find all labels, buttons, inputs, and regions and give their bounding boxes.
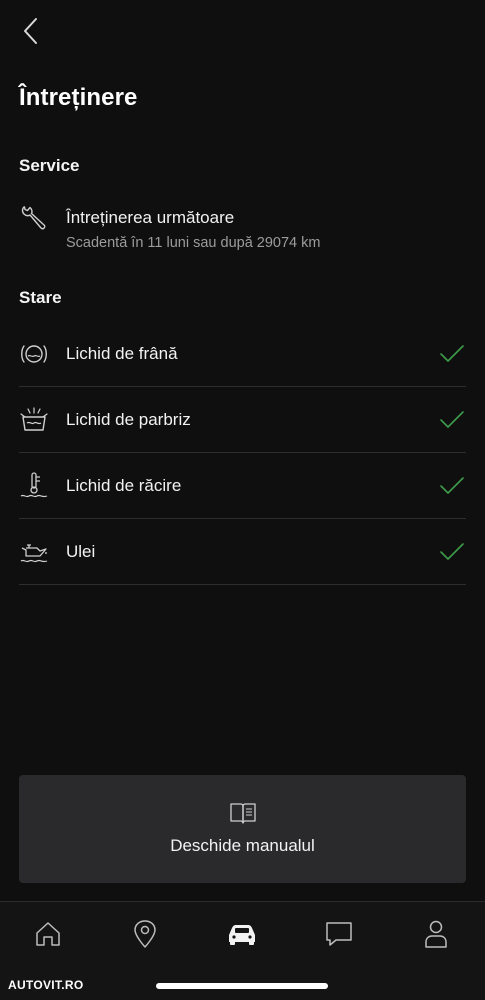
tab-car[interactable] — [212, 916, 272, 952]
status-label: Lichid de frână — [66, 343, 178, 363]
brake-fluid-icon — [21, 344, 47, 363]
book-icon — [229, 803, 256, 824]
status-label: Ulei — [66, 541, 96, 561]
status-label: Lichid de parbriz — [66, 409, 191, 429]
tab-home[interactable] — [18, 916, 78, 952]
check-icon — [438, 406, 466, 434]
service-section-title: Service — [19, 156, 80, 175]
back-button[interactable] — [14, 14, 48, 48]
profile-icon — [425, 920, 447, 948]
open-manual-button[interactable]: Deschide manualul — [19, 775, 466, 883]
status-label: Lichid de răcire — [66, 475, 182, 495]
coolant-icon — [20, 471, 48, 497]
status-item-oil[interactable]: Ulei — [19, 519, 466, 585]
check-icon — [438, 472, 466, 500]
location-pin-icon — [134, 920, 156, 948]
page-title: Întreținere — [19, 84, 138, 111]
next-maintenance-item[interactable]: Întreținerea următoare Scadentă în 11 lu… — [19, 204, 466, 260]
tab-profile[interactable] — [406, 916, 466, 952]
watermark: AUTOVIT.RO — [8, 978, 84, 992]
car-icon — [229, 925, 255, 945]
tab-location[interactable] — [115, 916, 175, 952]
next-maintenance-title: Întreținerea următoare — [66, 208, 235, 227]
status-item-coolant[interactable]: Lichid de răcire — [19, 453, 466, 519]
washer-fluid-icon — [20, 406, 48, 431]
oil-can-icon — [20, 543, 48, 562]
next-maintenance-due: Scadentă în 11 luni sau după 29074 km — [66, 235, 321, 251]
chat-icon — [326, 922, 352, 946]
home-icon — [36, 922, 60, 946]
check-icon — [438, 340, 466, 368]
tab-messages[interactable] — [309, 916, 369, 952]
check-icon — [438, 538, 466, 566]
open-manual-label: Deschide manualul — [170, 836, 315, 855]
chevron-left-icon — [24, 18, 37, 44]
home-indicator — [156, 983, 328, 989]
status-section-title: Stare — [19, 288, 62, 307]
status-list: Lichid de frână Lichid de parbriz Lichid… — [19, 321, 466, 585]
status-item-brake-fluid[interactable]: Lichid de frână — [19, 321, 466, 387]
wrench-icon — [21, 206, 46, 230]
status-item-washer-fluid[interactable]: Lichid de parbriz — [19, 387, 466, 453]
